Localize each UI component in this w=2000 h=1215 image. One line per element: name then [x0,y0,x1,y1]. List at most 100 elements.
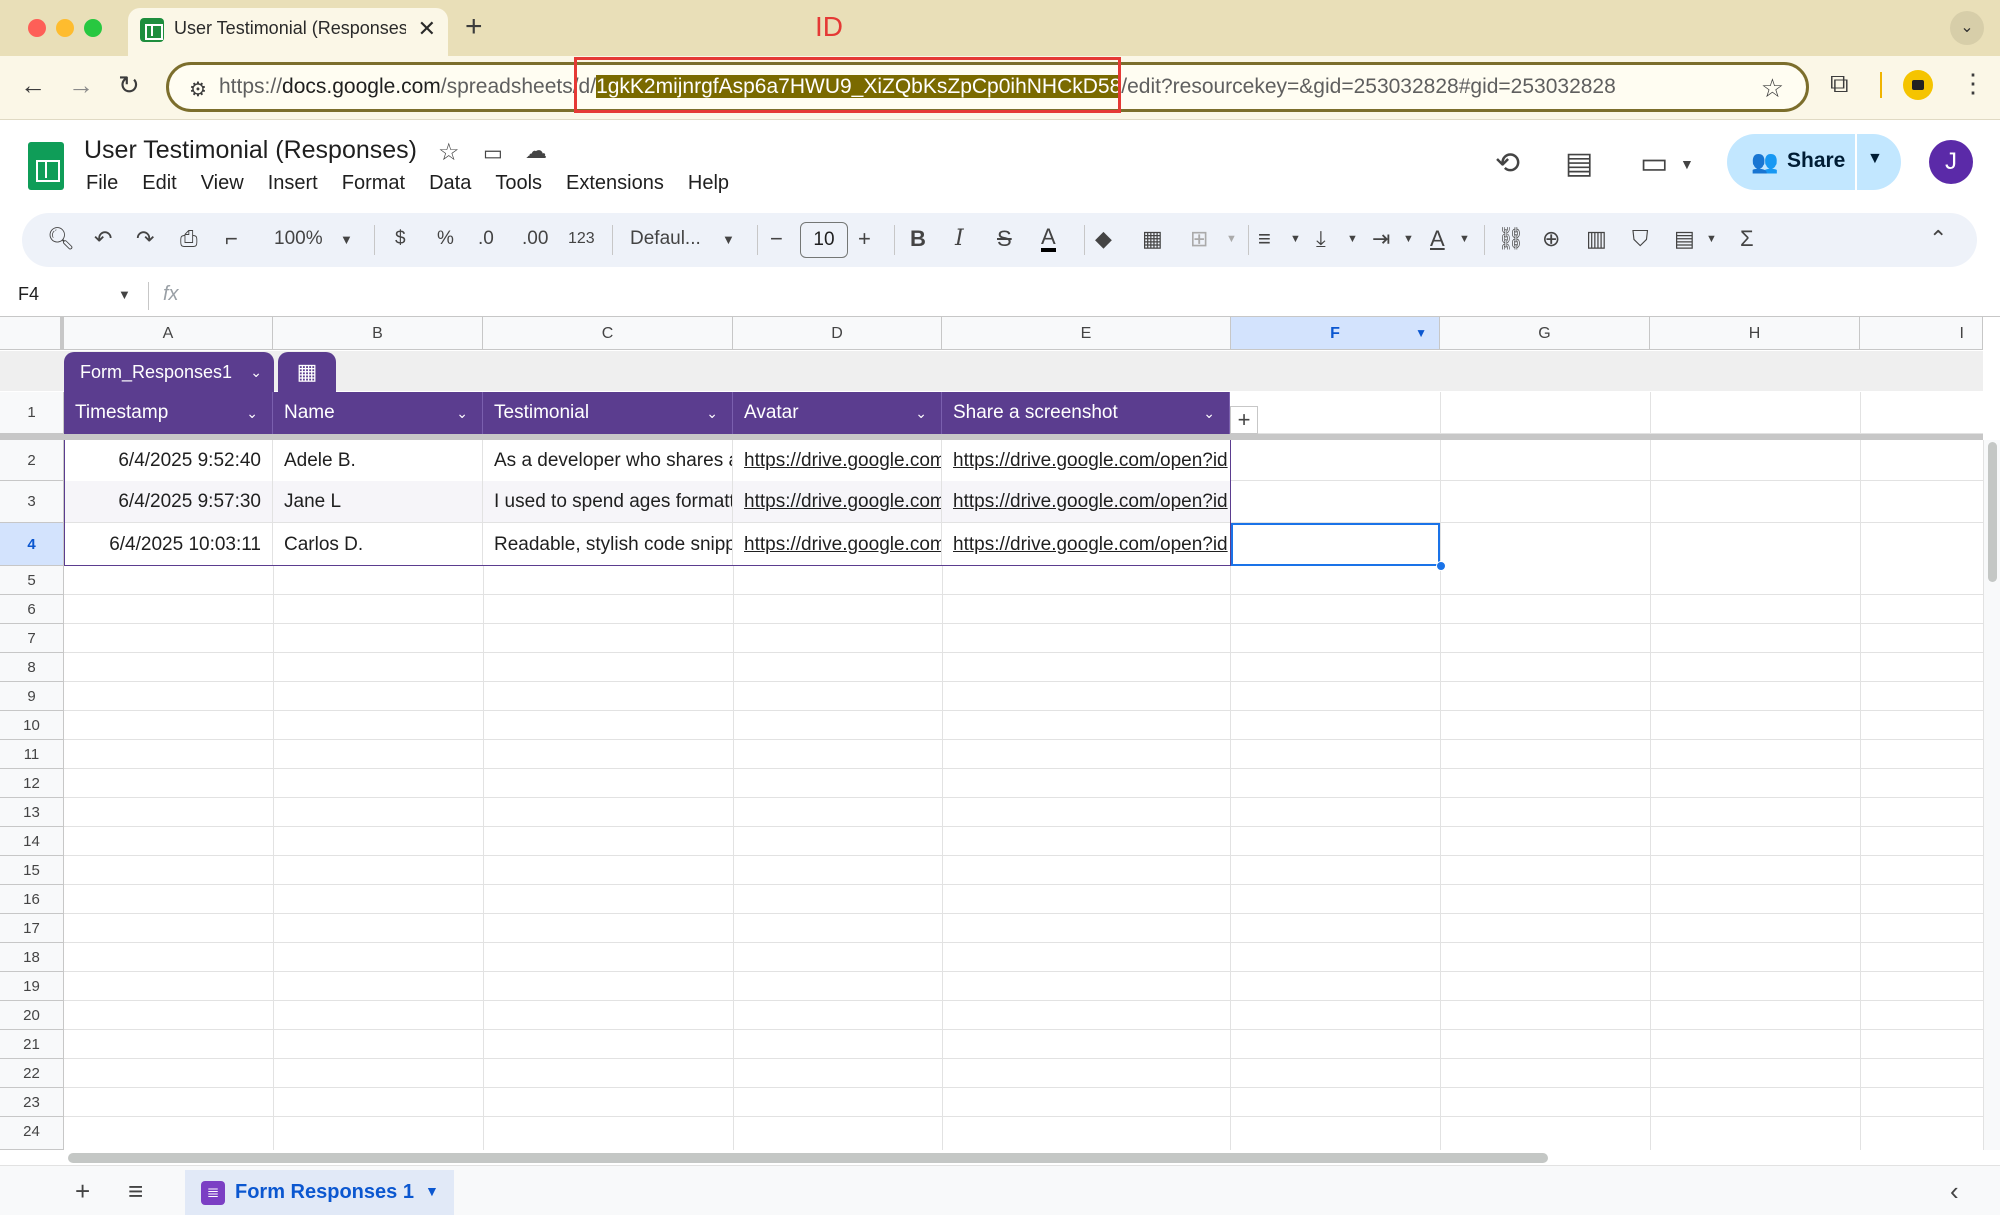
menu-tools[interactable]: Tools [495,172,542,198]
fill-color-icon[interactable]: ◆ [1095,226,1112,252]
search-menus-icon[interactable]: 🔍︎ [47,226,75,252]
cell-e4-link[interactable]: https://drive.google.com/open?id [942,523,1231,566]
horizontal-align-icon[interactable]: ≡ [1258,226,1271,252]
print-icon[interactable]: ⎙ [180,226,198,252]
browser-tab-active[interactable]: User Testimonial (Responses) ✕ [128,8,448,56]
row-header-17[interactable]: 17 [0,914,64,943]
row-header-22[interactable]: 22 [0,1059,64,1088]
chevron-down-icon[interactable]: ⌄ [246,392,258,434]
insert-link-icon[interactable]: ⛓ [1497,226,1525,252]
row-header-19[interactable]: 19 [0,972,64,1001]
row-header-9[interactable]: 9 [0,682,64,711]
add-sheet-icon[interactable]: + [75,1176,90,1207]
cell-c4[interactable]: Readable, stylish code snippe [483,523,733,566]
row-header-15[interactable]: 15 [0,856,64,885]
cell-c3[interactable]: I used to spend ages formatt [483,481,733,523]
row-header-14[interactable]: 14 [0,827,64,856]
menu-extensions[interactable]: Extensions [566,172,664,198]
more-formats-button[interactable]: 123 [568,230,595,248]
name-box[interactable]: F4 [18,284,39,305]
menu-edit[interactable]: Edit [142,172,176,198]
font-dropdown-icon[interactable]: ▼ [722,232,735,247]
meet-dropdown-icon[interactable]: ▼ [1680,156,1694,172]
vertical-align-icon[interactable]: ⤓ [1316,226,1326,252]
filter-views-dropdown-icon[interactable]: ▼ [1706,233,1717,245]
zoom-dropdown-icon[interactable]: ▼ [340,232,353,247]
paint-format-icon[interactable]: ⌐ [225,226,238,252]
vertical-scroll-thumb[interactable] [1988,442,1997,582]
cloud-saved-icon[interactable]: ☁ [525,138,547,164]
halign-dropdown-icon[interactable]: ▼ [1290,233,1301,245]
menu-help[interactable]: Help [688,172,729,198]
cell-e3-link[interactable]: https://drive.google.com/open?id [942,481,1231,523]
chevron-down-icon[interactable]: ⌄ [456,392,468,434]
text-wrapping-icon[interactable]: ⇥ [1372,226,1390,252]
column-header-b[interactable]: B [273,317,483,350]
table-calculator-icon[interactable]: ▦ [278,352,336,392]
row-header-6[interactable]: 6 [0,595,64,624]
row-header-10[interactable]: 10 [0,711,64,740]
menu-format[interactable]: Format [342,172,405,198]
row-header-4[interactable]: 4 [0,523,64,566]
column-header-e[interactable]: E [942,317,1231,350]
minimize-window-button[interactable] [56,19,74,37]
italic-icon[interactable]: I [955,226,964,251]
row-header-13[interactable]: 13 [0,798,64,827]
reload-icon[interactable]: ↻ [118,70,140,101]
menu-view[interactable]: View [201,172,244,198]
currency-format-button[interactable]: $ [395,228,406,250]
decrease-decimal-button[interactable]: .0 [478,228,494,250]
table-header-avatar[interactable]: Avatar ⌄ [733,392,942,434]
chevron-down-icon[interactable]: ⌄ [706,392,718,434]
cell-a2[interactable]: 6/4/2025 9:52:40 [64,440,273,482]
share-button[interactable]: 👥 Share [1727,134,1855,190]
column-header-c[interactable]: C [483,317,733,350]
increase-decimal-button[interactable]: .00 [522,228,548,250]
maximize-window-button[interactable] [84,19,102,37]
share-dropdown-icon[interactable]: ▼ [1867,150,1883,168]
insert-comment-icon[interactable]: ⊕ [1542,226,1560,252]
table-name-chip[interactable]: Form_Responses1 ⌄ [64,352,274,392]
table-menu-chevron-icon[interactable]: ⌄ [250,352,262,392]
table-header-timestamp[interactable]: Timestamp ⌄ [64,392,273,434]
bookmark-star-icon[interactable]: ☆ [1761,73,1784,104]
close-window-button[interactable] [28,19,46,37]
functions-sigma-icon[interactable]: Σ [1740,226,1754,252]
cell-d4-link[interactable]: https://drive.google.com [733,523,942,566]
chevron-down-icon[interactable]: ⌄ [915,392,927,434]
comments-icon[interactable]: ▤ [1565,146,1593,181]
all-sheets-menu-icon[interactable]: ≡ [128,1176,143,1207]
cell-a3[interactable]: 6/4/2025 9:57:30 [64,481,273,523]
star-icon[interactable]: ☆ [438,138,460,167]
merge-cells-icon[interactable]: ⊞ [1190,226,1208,252]
table-header-name[interactable]: Name ⌄ [273,392,483,434]
strikethrough-icon[interactable]: S [997,226,1012,252]
row-header-18[interactable]: 18 [0,943,64,972]
borders-icon[interactable]: ▦ [1142,226,1163,252]
profile-lock-icon[interactable] [1903,70,1933,100]
selected-cell-f4[interactable] [1231,523,1440,566]
row-header-24[interactable]: 24 [0,1117,64,1150]
select-all-corner[interactable] [0,317,64,350]
row-header-12[interactable]: 12 [0,769,64,798]
cell-b4[interactable]: Carlos D. [273,523,483,566]
column-header-i[interactable]: I [1860,317,1983,350]
add-column-button[interactable]: + [1230,406,1258,434]
column-header-h[interactable]: H [1650,317,1860,350]
new-tab-button[interactable]: + [465,10,483,44]
row-header-23[interactable]: 23 [0,1088,64,1117]
row-header-11[interactable]: 11 [0,740,64,769]
version-history-icon[interactable]: ⟲ [1495,146,1520,181]
column-header-f[interactable]: F ▼ [1231,317,1440,350]
meet-video-icon[interactable]: ▭ [1640,146,1668,181]
document-title[interactable]: User Testimonial (Responses) [84,136,417,165]
vertical-scrollbar[interactable] [1983,440,2000,1150]
menu-data[interactable]: Data [429,172,471,198]
column-header-a[interactable]: A [64,317,273,350]
menu-insert[interactable]: Insert [268,172,318,198]
bold-icon[interactable]: B [910,226,926,252]
font-family-select[interactable]: Defaul... [630,228,701,250]
collapse-menus-chevron-icon[interactable]: ⌃ [1929,226,1947,252]
chevron-down-icon[interactable]: ⌄ [1203,392,1215,434]
cell-c2[interactable]: As a developer who shares a [483,440,733,482]
